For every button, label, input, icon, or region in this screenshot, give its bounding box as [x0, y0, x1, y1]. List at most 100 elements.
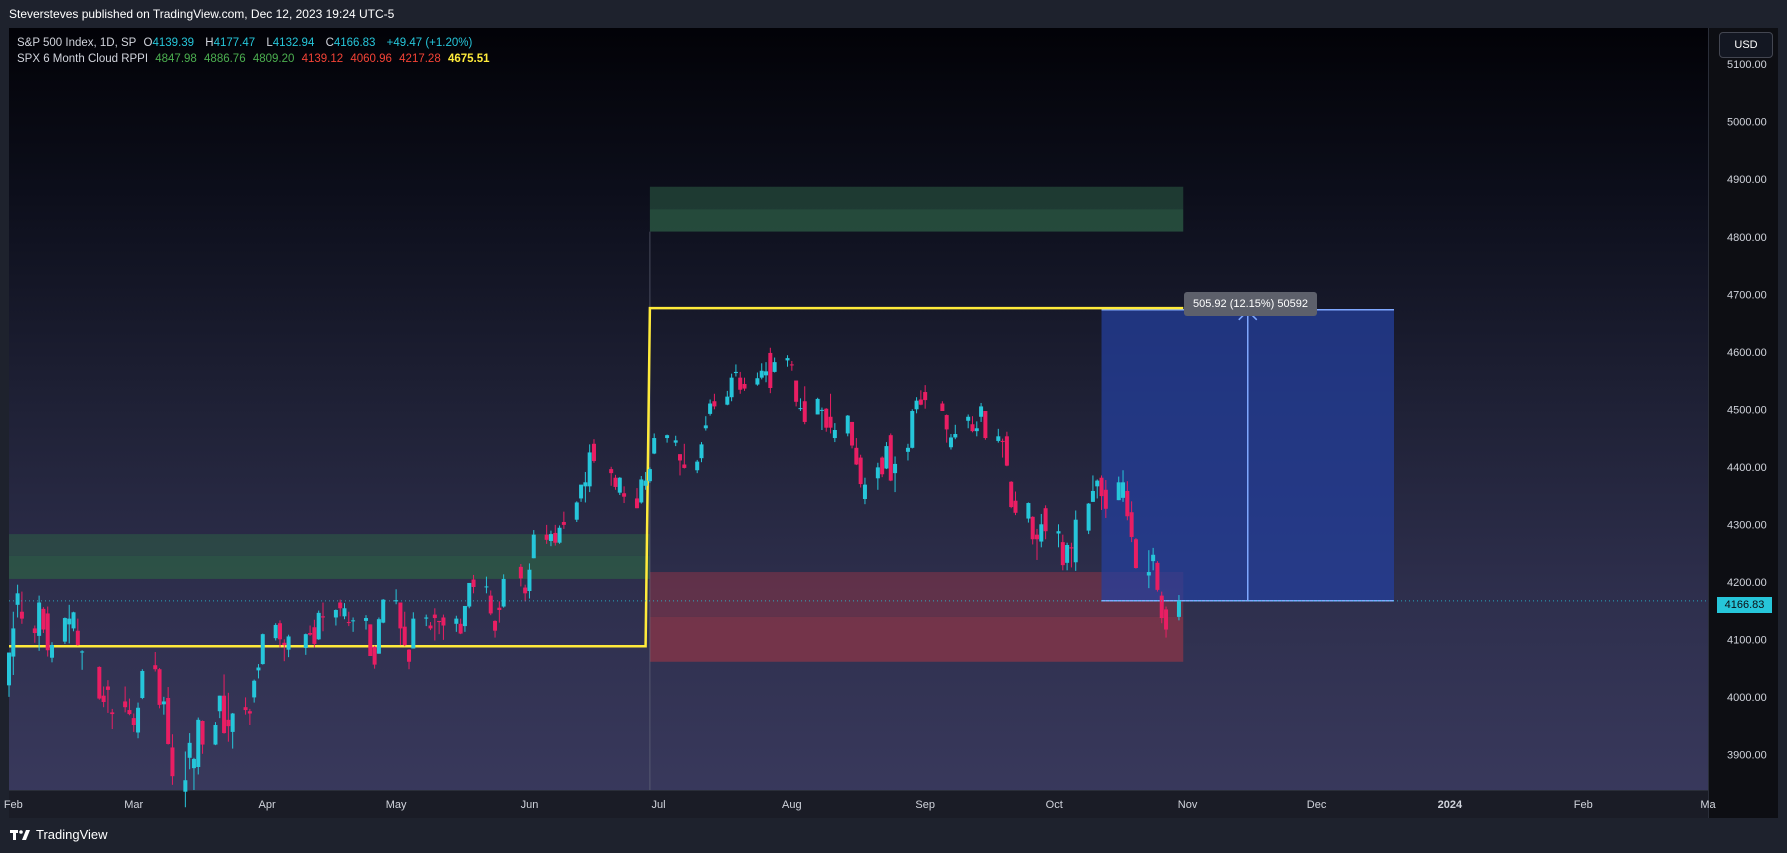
candle-body	[785, 358, 790, 361]
candle	[62, 617, 67, 644]
candle-body	[523, 587, 528, 594]
candle	[768, 347, 773, 394]
measure-label: 505.92 (12.15%) 50592	[1184, 292, 1317, 316]
candle	[613, 474, 618, 490]
candle	[222, 674, 227, 734]
candle	[1155, 561, 1160, 592]
candle-body	[1000, 440, 1005, 442]
candle-body	[364, 618, 369, 621]
candle-body	[880, 457, 885, 475]
candle-body	[62, 618, 67, 642]
legend-low-label: L	[266, 37, 273, 49]
candle-body	[673, 440, 678, 443]
legend-low: 4132.94	[272, 37, 315, 49]
price-tick-label: 4600.00	[1727, 347, 1767, 359]
candle-body	[123, 701, 128, 708]
candle-body	[974, 428, 979, 432]
candle	[755, 372, 760, 386]
candle-body	[1090, 490, 1095, 502]
candle-body	[609, 469, 614, 474]
candle	[282, 639, 287, 662]
candle-body	[905, 447, 910, 452]
candle	[493, 620, 498, 638]
candle-body	[19, 611, 24, 619]
candle	[1060, 534, 1065, 571]
candle	[966, 414, 971, 429]
legend-ind-value: 4675.51	[447, 53, 490, 65]
candle	[454, 615, 459, 632]
candle-body	[1133, 539, 1138, 569]
candle-body	[647, 469, 652, 482]
candle-body	[454, 618, 459, 624]
candle-body	[230, 713, 235, 732]
candle-body	[67, 618, 72, 625]
candle	[260, 633, 265, 665]
candle-body	[243, 707, 248, 711]
candle	[518, 563, 523, 587]
candle-body	[467, 582, 472, 607]
candle	[884, 442, 889, 470]
candle	[794, 380, 799, 407]
time-tick-label: Ma	[1700, 799, 1716, 811]
candle-body	[755, 378, 760, 385]
candle-body	[1151, 554, 1156, 562]
currency-button[interactable]: USD	[1719, 32, 1773, 58]
candle	[437, 620, 442, 635]
candle-body	[850, 421, 855, 446]
candle	[273, 623, 278, 641]
price-tick-label: 5100.00	[1727, 59, 1767, 71]
candle	[712, 393, 717, 410]
legend-row-indicator: SPX 6 Month Cloud RPPI 4847.98 4886.76 4…	[17, 51, 494, 67]
candle	[127, 698, 132, 716]
candle	[196, 717, 201, 775]
candle	[200, 720, 205, 754]
candle-body	[794, 380, 799, 402]
candle-body	[819, 409, 824, 411]
candle-body	[1073, 519, 1078, 563]
candle-body	[527, 569, 532, 592]
candle-body	[247, 711, 252, 714]
candle	[136, 702, 141, 739]
price-tick-label: 5000.00	[1727, 117, 1767, 129]
candle-body	[613, 477, 618, 487]
candle-body	[643, 480, 648, 486]
candle	[858, 454, 863, 488]
tradingview-logo[interactable]: TradingView	[10, 827, 108, 842]
candle-body	[1009, 481, 1014, 508]
candle	[157, 668, 162, 709]
candle-body	[488, 595, 493, 614]
candle	[733, 364, 738, 377]
candle	[342, 603, 347, 620]
candle	[501, 574, 506, 608]
candle	[368, 624, 373, 657]
candle-body	[579, 484, 584, 499]
candle-body	[1065, 545, 1070, 563]
candle	[1030, 516, 1035, 545]
candle-body	[1026, 503, 1031, 519]
candle	[953, 424, 958, 440]
footer	[0, 818, 1787, 853]
candle-body	[308, 632, 313, 635]
time-tick-label: Mar	[124, 799, 143, 811]
candle	[802, 386, 807, 425]
candle	[862, 477, 867, 505]
price-tick-label: 3900.00	[1727, 749, 1767, 761]
candle-body	[161, 701, 166, 705]
legend-row-series: S&P 500 Index, 1D, SP O4139.39 H4177.47 …	[17, 35, 494, 51]
candle	[1095, 479, 1100, 499]
candle	[333, 609, 338, 626]
candle-body	[884, 446, 889, 469]
time-tick-label: Jul	[651, 799, 665, 811]
price-range-measure[interactable]	[1101, 309, 1395, 602]
candle	[252, 679, 257, 703]
candle-body	[652, 438, 657, 454]
candle-body	[725, 396, 730, 405]
candle-body	[1121, 482, 1126, 498]
cloud-zone-lower	[9, 555, 650, 579]
legend-ind-value: 4060.96	[350, 53, 392, 65]
candle-body	[1129, 512, 1134, 537]
candle-body	[583, 482, 588, 487]
candle	[402, 611, 407, 647]
candle-body	[110, 712, 115, 715]
candle	[828, 393, 833, 434]
